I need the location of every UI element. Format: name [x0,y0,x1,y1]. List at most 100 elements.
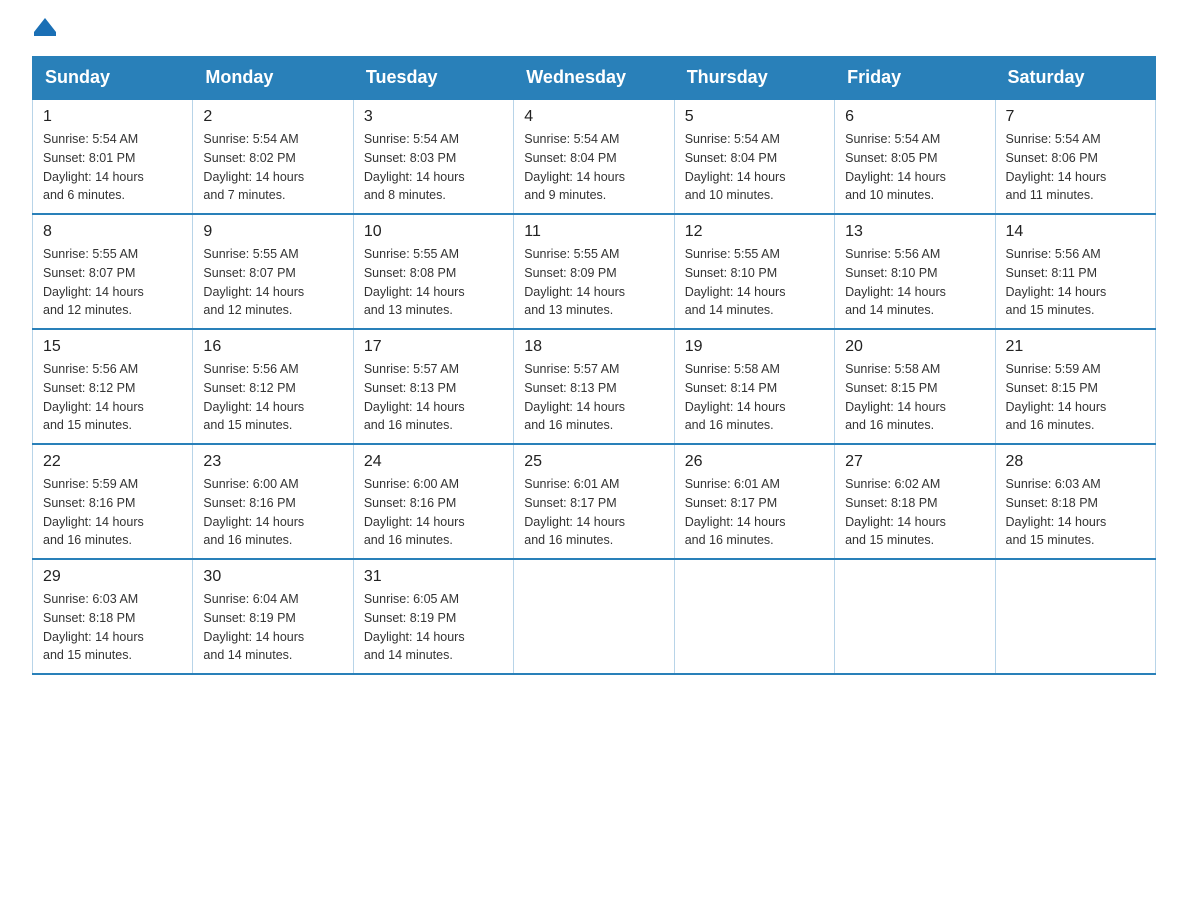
day-number: 5 [685,108,824,126]
day-number: 3 [364,108,503,126]
day-number: 30 [203,568,342,586]
day-info: Sunrise: 5:56 AM Sunset: 8:12 PM Dayligh… [43,362,144,432]
calendar-cell: 21 Sunrise: 5:59 AM Sunset: 8:15 PM Dayl… [995,329,1155,444]
day-number: 6 [845,108,984,126]
col-header-wednesday: Wednesday [514,57,674,100]
calendar-cell: 1 Sunrise: 5:54 AM Sunset: 8:01 PM Dayli… [33,99,193,214]
day-info: Sunrise: 5:56 AM Sunset: 8:12 PM Dayligh… [203,362,304,432]
calendar-week-row: 1 Sunrise: 5:54 AM Sunset: 8:01 PM Dayli… [33,99,1156,214]
day-number: 27 [845,453,984,471]
day-info: Sunrise: 6:05 AM Sunset: 8:19 PM Dayligh… [364,592,465,662]
calendar-cell: 6 Sunrise: 5:54 AM Sunset: 8:05 PM Dayli… [835,99,995,214]
calendar-cell: 23 Sunrise: 6:00 AM Sunset: 8:16 PM Dayl… [193,444,353,559]
calendar-week-row: 8 Sunrise: 5:55 AM Sunset: 8:07 PM Dayli… [33,214,1156,329]
calendar-cell: 17 Sunrise: 5:57 AM Sunset: 8:13 PM Dayl… [353,329,513,444]
day-info: Sunrise: 6:04 AM Sunset: 8:19 PM Dayligh… [203,592,304,662]
page-header [32,24,1156,36]
day-info: Sunrise: 5:58 AM Sunset: 8:15 PM Dayligh… [845,362,946,432]
day-info: Sunrise: 5:55 AM Sunset: 8:07 PM Dayligh… [43,247,144,317]
calendar-cell: 26 Sunrise: 6:01 AM Sunset: 8:17 PM Dayl… [674,444,834,559]
calendar-week-row: 29 Sunrise: 6:03 AM Sunset: 8:18 PM Dayl… [33,559,1156,674]
day-info: Sunrise: 6:00 AM Sunset: 8:16 PM Dayligh… [364,477,465,547]
day-info: Sunrise: 5:54 AM Sunset: 8:01 PM Dayligh… [43,132,144,202]
day-info: Sunrise: 6:00 AM Sunset: 8:16 PM Dayligh… [203,477,304,547]
day-info: Sunrise: 5:56 AM Sunset: 8:11 PM Dayligh… [1006,247,1107,317]
day-number: 16 [203,338,342,356]
day-number: 22 [43,453,182,471]
day-number: 24 [364,453,503,471]
logo [32,24,56,36]
day-info: Sunrise: 5:54 AM Sunset: 8:06 PM Dayligh… [1006,132,1107,202]
day-number: 26 [685,453,824,471]
day-info: Sunrise: 5:54 AM Sunset: 8:02 PM Dayligh… [203,132,304,202]
day-info: Sunrise: 6:03 AM Sunset: 8:18 PM Dayligh… [43,592,144,662]
day-number: 8 [43,223,182,241]
calendar-cell: 25 Sunrise: 6:01 AM Sunset: 8:17 PM Dayl… [514,444,674,559]
day-info: Sunrise: 5:54 AM Sunset: 8:03 PM Dayligh… [364,132,465,202]
calendar-cell: 29 Sunrise: 6:03 AM Sunset: 8:18 PM Dayl… [33,559,193,674]
day-number: 31 [364,568,503,586]
day-info: Sunrise: 6:02 AM Sunset: 8:18 PM Dayligh… [845,477,946,547]
calendar-cell: 7 Sunrise: 5:54 AM Sunset: 8:06 PM Dayli… [995,99,1155,214]
day-number: 21 [1006,338,1145,356]
col-header-thursday: Thursday [674,57,834,100]
calendar-cell: 28 Sunrise: 6:03 AM Sunset: 8:18 PM Dayl… [995,444,1155,559]
day-info: Sunrise: 6:01 AM Sunset: 8:17 PM Dayligh… [524,477,625,547]
col-header-tuesday: Tuesday [353,57,513,100]
day-number: 25 [524,453,663,471]
day-number: 2 [203,108,342,126]
calendar-cell [514,559,674,674]
day-info: Sunrise: 5:55 AM Sunset: 8:10 PM Dayligh… [685,247,786,317]
day-number: 15 [43,338,182,356]
calendar-cell: 2 Sunrise: 5:54 AM Sunset: 8:02 PM Dayli… [193,99,353,214]
calendar-cell: 16 Sunrise: 5:56 AM Sunset: 8:12 PM Dayl… [193,329,353,444]
calendar-cell: 5 Sunrise: 5:54 AM Sunset: 8:04 PM Dayli… [674,99,834,214]
day-number: 4 [524,108,663,126]
calendar-cell: 22 Sunrise: 5:59 AM Sunset: 8:16 PM Dayl… [33,444,193,559]
day-number: 7 [1006,108,1145,126]
col-header-saturday: Saturday [995,57,1155,100]
day-number: 13 [845,223,984,241]
calendar-cell: 15 Sunrise: 5:56 AM Sunset: 8:12 PM Dayl… [33,329,193,444]
calendar-cell: 30 Sunrise: 6:04 AM Sunset: 8:19 PM Dayl… [193,559,353,674]
calendar-cell: 27 Sunrise: 6:02 AM Sunset: 8:18 PM Dayl… [835,444,995,559]
day-info: Sunrise: 5:55 AM Sunset: 8:08 PM Dayligh… [364,247,465,317]
day-number: 23 [203,453,342,471]
day-info: Sunrise: 5:55 AM Sunset: 8:09 PM Dayligh… [524,247,625,317]
day-number: 9 [203,223,342,241]
calendar-cell: 19 Sunrise: 5:58 AM Sunset: 8:14 PM Dayl… [674,329,834,444]
logo-flag-icon [34,18,56,36]
day-number: 1 [43,108,182,126]
day-info: Sunrise: 5:54 AM Sunset: 8:04 PM Dayligh… [524,132,625,202]
calendar-cell [674,559,834,674]
day-number: 20 [845,338,984,356]
calendar-cell: 13 Sunrise: 5:56 AM Sunset: 8:10 PM Dayl… [835,214,995,329]
day-number: 17 [364,338,503,356]
col-header-sunday: Sunday [33,57,193,100]
calendar-cell: 10 Sunrise: 5:55 AM Sunset: 8:08 PM Dayl… [353,214,513,329]
day-number: 19 [685,338,824,356]
day-info: Sunrise: 5:57 AM Sunset: 8:13 PM Dayligh… [364,362,465,432]
day-info: Sunrise: 5:57 AM Sunset: 8:13 PM Dayligh… [524,362,625,432]
day-number: 12 [685,223,824,241]
col-header-friday: Friday [835,57,995,100]
calendar-cell [835,559,995,674]
day-number: 14 [1006,223,1145,241]
day-info: Sunrise: 5:59 AM Sunset: 8:15 PM Dayligh… [1006,362,1107,432]
day-info: Sunrise: 5:56 AM Sunset: 8:10 PM Dayligh… [845,247,946,317]
calendar-cell: 12 Sunrise: 5:55 AM Sunset: 8:10 PM Dayl… [674,214,834,329]
day-info: Sunrise: 5:59 AM Sunset: 8:16 PM Dayligh… [43,477,144,547]
calendar-cell: 4 Sunrise: 5:54 AM Sunset: 8:04 PM Dayli… [514,99,674,214]
calendar-cell: 24 Sunrise: 6:00 AM Sunset: 8:16 PM Dayl… [353,444,513,559]
day-number: 18 [524,338,663,356]
calendar-header-row: SundayMondayTuesdayWednesdayThursdayFrid… [33,57,1156,100]
calendar-cell: 14 Sunrise: 5:56 AM Sunset: 8:11 PM Dayl… [995,214,1155,329]
calendar-table: SundayMondayTuesdayWednesdayThursdayFrid… [32,56,1156,675]
day-number: 10 [364,223,503,241]
calendar-cell: 11 Sunrise: 5:55 AM Sunset: 8:09 PM Dayl… [514,214,674,329]
calendar-week-row: 22 Sunrise: 5:59 AM Sunset: 8:16 PM Dayl… [33,444,1156,559]
day-number: 29 [43,568,182,586]
day-info: Sunrise: 6:01 AM Sunset: 8:17 PM Dayligh… [685,477,786,547]
calendar-cell [995,559,1155,674]
calendar-week-row: 15 Sunrise: 5:56 AM Sunset: 8:12 PM Dayl… [33,329,1156,444]
